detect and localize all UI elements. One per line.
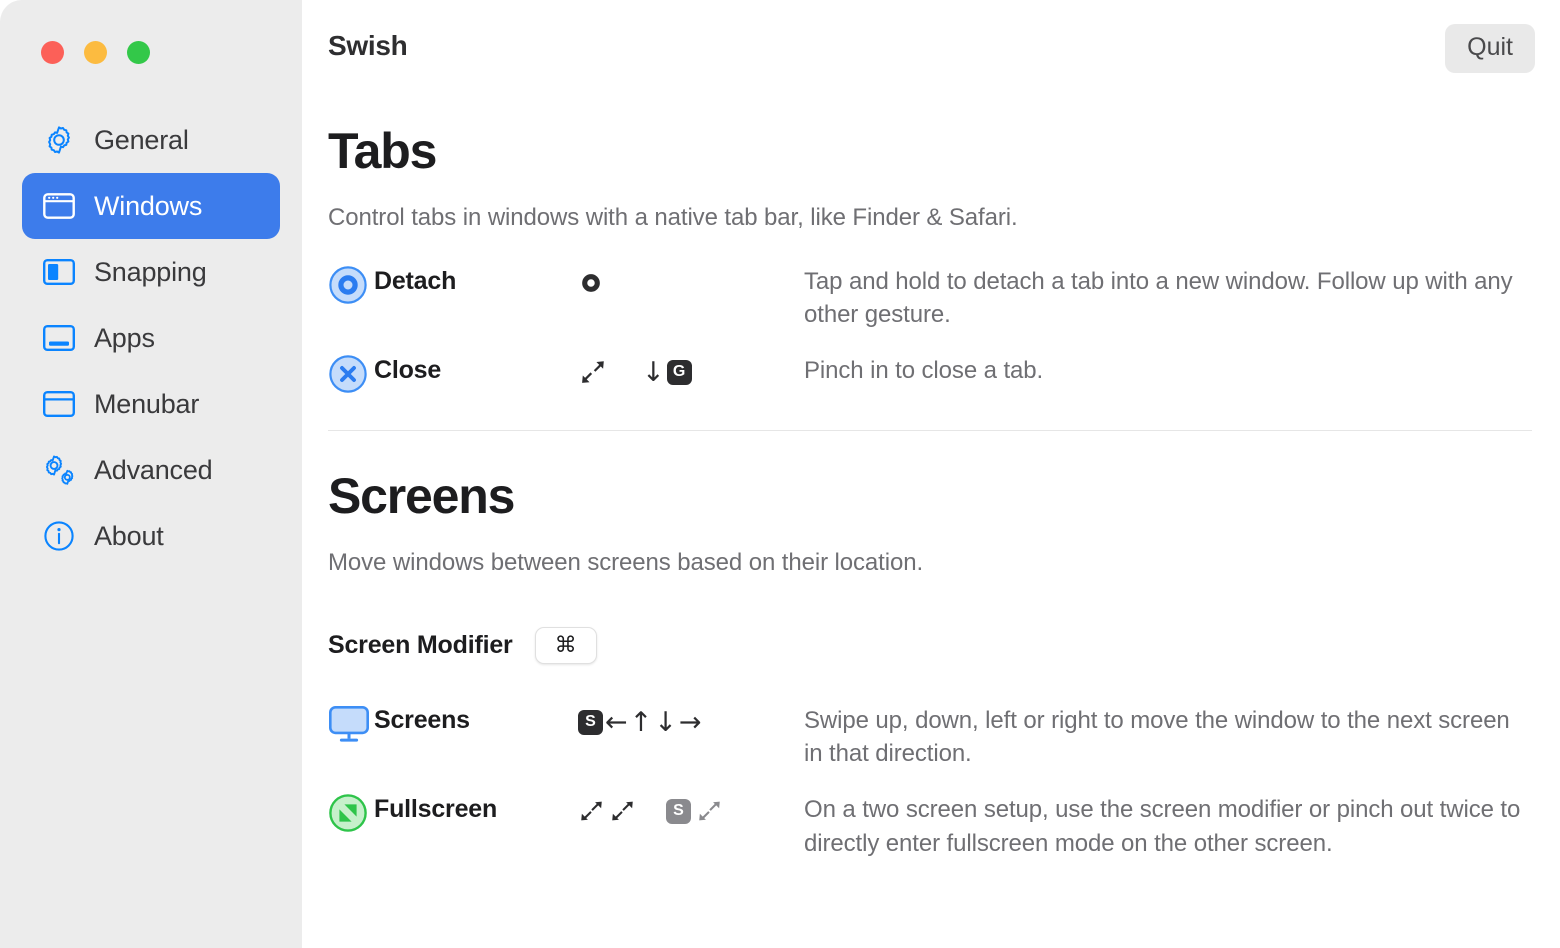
gesture-description: Tap and hold to detach a tab into a new … — [804, 268, 1513, 329]
screen-modifier-button[interactable]: ⌘ — [534, 627, 597, 665]
pinch-in-arrows-icon — [578, 358, 608, 386]
window-icon — [42, 189, 76, 223]
fullscreen-green-icon — [328, 792, 374, 832]
gesture-description: On a two screen setup, use the screen mo… — [804, 796, 1521, 857]
key-badge-s: S — [666, 798, 691, 824]
sidebar-item-menubar[interactable]: Menubar — [22, 371, 280, 437]
key-s-arrows-gesture: S ← ↑ ↓ → — [578, 709, 702, 736]
maximize-window-button[interactable] — [127, 41, 150, 64]
gesture-row-fullscreen[interactable]: Fullscreen S On a two screen setup, use … — [328, 781, 1532, 870]
menubar-window-icon — [42, 387, 76, 421]
display-icon — [328, 703, 374, 743]
sidebar-nav: General Windows Snapping Apps Menubar Ad… — [0, 107, 302, 569]
gesture-name: Fullscreen — [374, 795, 498, 824]
screens-gesture-rows: Screens S ← ↑ ↓ → Swipe up, down, left o… — [328, 692, 1532, 870]
gesture-icons: ↓ G — [578, 353, 804, 387]
pinch-out-double-icon — [578, 798, 636, 824]
detach-circle-icon — [328, 264, 374, 304]
screen-modifier-label: Screen Modifier — [328, 631, 513, 660]
gesture-description: Pinch in to close a tab. — [804, 357, 1044, 385]
sidebar-item-windows[interactable]: Windows — [22, 173, 280, 239]
sidebar-item-label: General — [94, 124, 189, 155]
traffic-lights — [0, 0, 302, 64]
sidebar-item-snapping[interactable]: Snapping — [22, 239, 280, 305]
sidebar-item-apps[interactable]: Apps — [22, 305, 280, 371]
section-divider — [328, 430, 1532, 432]
gesture-icons: S ← ↑ ↓ → — [578, 703, 804, 737]
app-window-icon — [42, 321, 76, 355]
split-window-icon — [42, 255, 76, 289]
close-window-button[interactable] — [41, 41, 64, 64]
section-screens: Screens Move windows between screens bas… — [328, 471, 1532, 870]
gesture-description: Swipe up, down, left or right to move th… — [804, 707, 1510, 768]
key-s-pinch-out-gesture: S — [666, 798, 723, 824]
info-circle-icon — [42, 519, 76, 553]
gesture-row-screens[interactable]: Screens S ← ↑ ↓ → Swipe up, down, left o… — [328, 692, 1532, 781]
gesture-name: Close — [374, 356, 442, 385]
screen-modifier-row: Screen Modifier ⌘ — [328, 627, 1532, 665]
sidebar-item-label: Advanced — [94, 454, 213, 485]
arrow-right-icon: → — [678, 706, 702, 738]
key-badge-s: S — [578, 709, 603, 735]
gesture-row-detach[interactable]: Detach Tap and hold to detach a tab into… — [328, 253, 1532, 342]
pinch-out-arrows-icon — [699, 802, 720, 821]
sidebar: General Windows Snapping Apps Menubar Ad… — [0, 0, 302, 948]
gesture-row-close[interactable]: Close ↓ G Pinch in to close a tab. — [328, 342, 1532, 404]
tabs-gesture-rows: Detach Tap and hold to detach a tab into… — [328, 253, 1532, 404]
arrow-down-icon: ↓ — [642, 356, 665, 388]
sidebar-item-advanced[interactable]: Advanced — [22, 437, 280, 503]
topbar: Swish Quit — [328, 0, 1535, 73]
arrow-down-icon: ↓ — [654, 706, 677, 738]
gesture-icons: S — [578, 792, 804, 826]
key-badge-g: G — [666, 359, 692, 385]
tap-hold-ring-icon — [578, 270, 604, 296]
gesture-name: Screens — [374, 706, 470, 735]
section-title: Screens — [328, 468, 515, 525]
section-title: Tabs — [328, 123, 437, 179]
gesture-name: Detach — [374, 267, 457, 295]
sidebar-item-label: About — [94, 520, 164, 551]
gesture-icons — [578, 264, 804, 298]
section-description: Move windows between screens based on th… — [328, 549, 924, 577]
arrow-left-icon: ← — [605, 706, 628, 738]
sidebar-item-label: Menubar — [94, 388, 200, 419]
sidebar-item-general[interactable]: General — [22, 107, 280, 173]
section-description: Control tabs in windows with a native ta… — [328, 204, 1018, 231]
main-content: Swish Quit Tabs Control tabs in windows … — [302, 0, 1560, 948]
page-title: Swish — [328, 30, 408, 61]
double-gear-icon — [42, 453, 76, 487]
preferences-window: General Windows Snapping Apps Menubar Ad… — [0, 0, 1560, 948]
arrow-down-key-g-gesture: ↓ G — [642, 359, 692, 386]
sidebar-item-about[interactable]: About — [22, 503, 280, 569]
sidebar-item-label: Apps — [94, 322, 155, 353]
close-circle-icon — [328, 353, 374, 393]
gear-icon — [42, 123, 76, 157]
minimize-window-button[interactable] — [84, 41, 107, 64]
sidebar-item-label: Windows — [94, 190, 203, 221]
sidebar-item-label: Snapping — [94, 256, 207, 287]
section-tabs: Tabs Control tabs in windows with a nati… — [328, 123, 1532, 432]
arrow-up-icon: ↑ — [629, 706, 653, 738]
quit-button[interactable]: Quit — [1445, 24, 1535, 73]
